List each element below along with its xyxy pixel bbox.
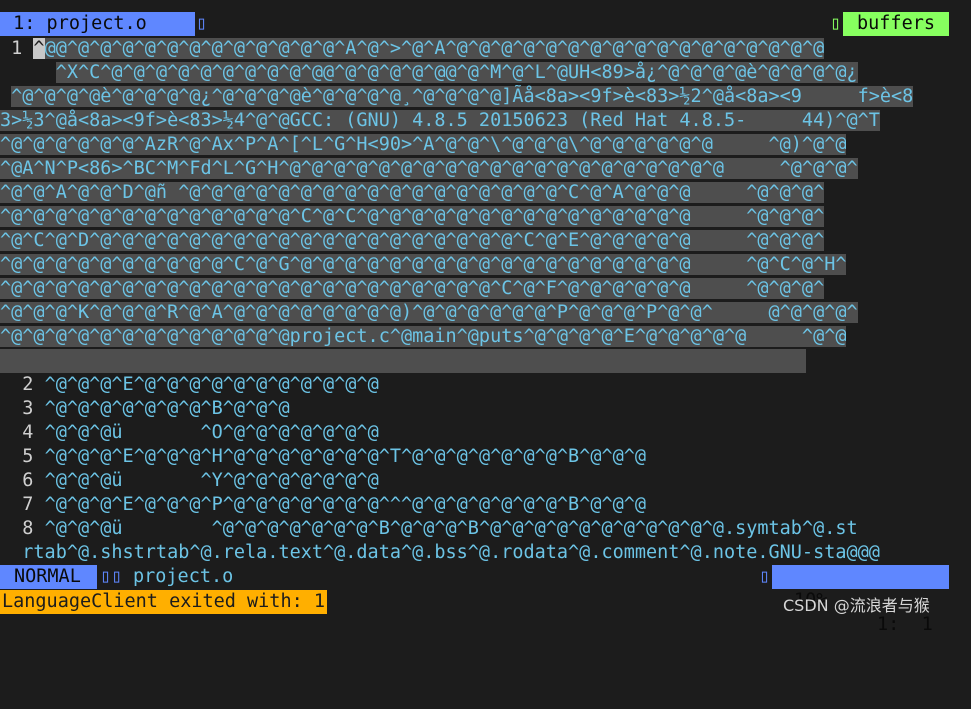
buffer-line[interactable]: rtab^@.shstrtab^@.rela.text^@.data^@.bss… [0, 541, 971, 565]
line-number: 7 [0, 494, 45, 515]
mode-separator-icon: ▯▯ [100, 566, 123, 587]
line1-row: ^@^@^A^@^@^D^@ñ ^@^@^@^@^@^@^@^@^@^@^@^@… [0, 181, 825, 205]
line-number: 3 [0, 398, 45, 419]
line-text: ^@^@^@ü ^O^@^@^@^@^@^@^@ [44, 422, 379, 443]
position-separator-icon: ▯ [759, 566, 771, 587]
buffer-line[interactable]: 8 ^@^@^@ü ^@^@^@^@^@^@^@^B^@^@^@^B^@^@^@… [0, 517, 971, 541]
line-text: ^X^C^@^@^@^@^@^@^@^@^@^@@^@^@^@^@^@@^@^M… [55, 62, 858, 83]
line-number: 6 [0, 470, 45, 491]
line1-row: 3>½3^@å<8a><9f>è<83>½4^@^@GCC: (GNU) 4.8… [0, 109, 880, 133]
line-number: 8 [0, 518, 45, 539]
line-text: @@^@^@^@^@^@^@^@^@^@^@^@^@^A^@^>^@^A^@^@… [44, 38, 825, 59]
line-text: ^@^@^A^@^@^D^@ñ ^@^@^@^@^@^@^@^@^@^@^@^@… [0, 182, 825, 203]
line-text: 3>½3^@å<8a><9f>è<83>½4^@^@GCC: (GNU) 4.8… [0, 110, 880, 131]
line-text: ^@^@^@^@^@^@^@^@^@^@^C^@^G^@^@^@^@^@^@^@… [0, 254, 847, 275]
line-text: ^@^@^@^E^@^@^@^H^@^@^@^@^@^@^@^T^@^@^@^@… [44, 446, 647, 467]
line-text: ^@^@^@^@^@^@^@^@^@^@^@^@^@^@^@^@^@^@^@^@… [0, 278, 825, 299]
buffer-line[interactable]: 6 ^@^@^@ü ^Y^@^@^@^@^@^@^@ [0, 469, 971, 493]
line-text: ^@^@^@^K^@^@^@^R^@^A^@^@^@^@^@^@^@^@)^@^… [0, 302, 858, 323]
line1-row: ^@^@^@^@^@^@^AzR^@^Ax^P^A^[^L^G^H<90>^A^… [0, 133, 847, 157]
line-number: 4 [0, 422, 45, 443]
statusline: NORMAL ▯▯ project.o ▯ 10% 1: 1 [0, 565, 971, 635]
line-text: rtab^@.shstrtab^@.rela.text^@.data^@.bss… [22, 542, 880, 563]
line-number [0, 542, 22, 563]
line1-row: ^@^@^@^@^@^@^@^@^@^@^C^@^G^@^@^@^@^@^@^@… [0, 253, 847, 277]
line1-row: ^@^@^@^@è^@^@^@^@¿^@^@^@^@è^@^@^@^@¸^@^@… [0, 85, 914, 109]
line-text: ^@^@^@ü ^Y^@^@^@^@^@^@^@ [44, 470, 379, 491]
buffer-line[interactable]: 4 ^@^@^@ü ^O^@^@^@^@^@^@^@ [0, 421, 971, 445]
line-column: 1: 1 [877, 614, 933, 635]
line-text: ^@A^N^P<86>^BC^M^Fd^L^G^H^@^@^@^@^@^@^@^… [0, 158, 858, 179]
watermark: CSDN @流浪者与猴 [783, 596, 930, 615]
cursor: ^ [33, 38, 45, 59]
buffers-label: buffers [843, 12, 949, 36]
tabline: 1: project.o ▯ ▯ buffers [0, 12, 971, 36]
line-text: ^@^C^@^D^@^@^@^@^@^@^@^@^@^@^@^@^@^@^@^@… [0, 230, 825, 251]
selection-fill [0, 349, 806, 373]
buffer-line[interactable]: 7 ^@^@^@^E^@^@^@^P^@^@^@^@^@^@^@^^^@^@^@… [0, 493, 971, 517]
cursor-position: 10% 1: 1 [772, 565, 949, 635]
line1-row: ^@^@^@^K^@^@^@^R^@^A^@^@^@^@^@^@^@^@)^@^… [0, 301, 858, 325]
mode-indicator: NORMAL [0, 565, 97, 589]
line1-row: ^@^@^@^@^@^@^@^@^@^@^@^@^@^C^@^C^@^@^@^@… [0, 205, 825, 229]
line-text: ^@^@^@^@^@^@^AzR^@^Ax^P^A^[^L^G^H<90>^A^… [0, 134, 847, 155]
line1-row: ^@^@^@^@^@^@^@^@^@^@^@^@^@project.c^@mai… [0, 325, 847, 349]
line-text: ^@^@^@^E^@^@^@^@^@^@^@^@^@^@^@ [44, 374, 379, 395]
buffer-line[interactable]: 2 ^@^@^@^E^@^@^@^@^@^@^@^@^@^@^@ [0, 373, 971, 397]
buffer-line[interactable]: 3 ^@^@^@^@^@^@^@^B^@^@^@ [0, 397, 971, 421]
line-text: ^@^@^@^@^@^@^@^B^@^@^@ [44, 398, 290, 419]
buffer-line[interactable]: 5 ^@^@^@^E^@^@^@^H^@^@^@^@^@^@^@^T^@^@^@… [0, 445, 971, 469]
line1-row: 1 ^@@^@^@^@^@^@^@^@^@^@^@^@^@^A^@^>^@^A^… [0, 37, 825, 61]
message-line: LanguageClient exited with: 1 [0, 590, 328, 614]
line-text: ^@^@^@^@è^@^@^@^@¿^@^@^@^@è^@^@^@^@¸^@^@… [11, 86, 914, 107]
status-filename: project.o [133, 566, 234, 587]
line-number: 2 [0, 374, 45, 395]
line1-row: ^@^C^@^D^@^@^@^@^@^@^@^@^@^@^@^@^@^@^@^@… [0, 229, 825, 253]
line-text: ^@^@^@^@^@^@^@^@^@^@^@^@^@project.c^@mai… [0, 326, 847, 347]
tab-separator-icon: ▯ [196, 13, 208, 34]
line1-row: ^X^C^@^@^@^@^@^@^@^@^@^@@^@^@^@^@^@@^@^M… [0, 61, 858, 85]
buffers-separator-icon: ▯ [830, 13, 842, 34]
line-number: 5 [0, 446, 45, 467]
line-text: ^@^@^@^E^@^@^@^P^@^@^@^@^@^@^@^^^@^@^@^@… [44, 494, 647, 515]
line-text: ^@^@^@^@^@^@^@^@^@^@^@^@^@^C^@^C^@^@^@^@… [0, 206, 825, 227]
line-number: 1 [0, 38, 34, 59]
tab-project-o[interactable]: 1: project.o [0, 12, 195, 36]
line1-row: ^@A^N^P<86>^BC^M^Fd^L^G^H^@^@^@^@^@^@^@^… [0, 157, 858, 181]
line1-row: ^@^@^@^@^@^@^@^@^@^@^@^@^@^@^@^@^@^@^@^@… [0, 277, 825, 301]
line-text: ^@^@^@ü ^@^@^@^@^@^@^@^B^@^@^@^B^@^@^@^@… [44, 518, 858, 539]
